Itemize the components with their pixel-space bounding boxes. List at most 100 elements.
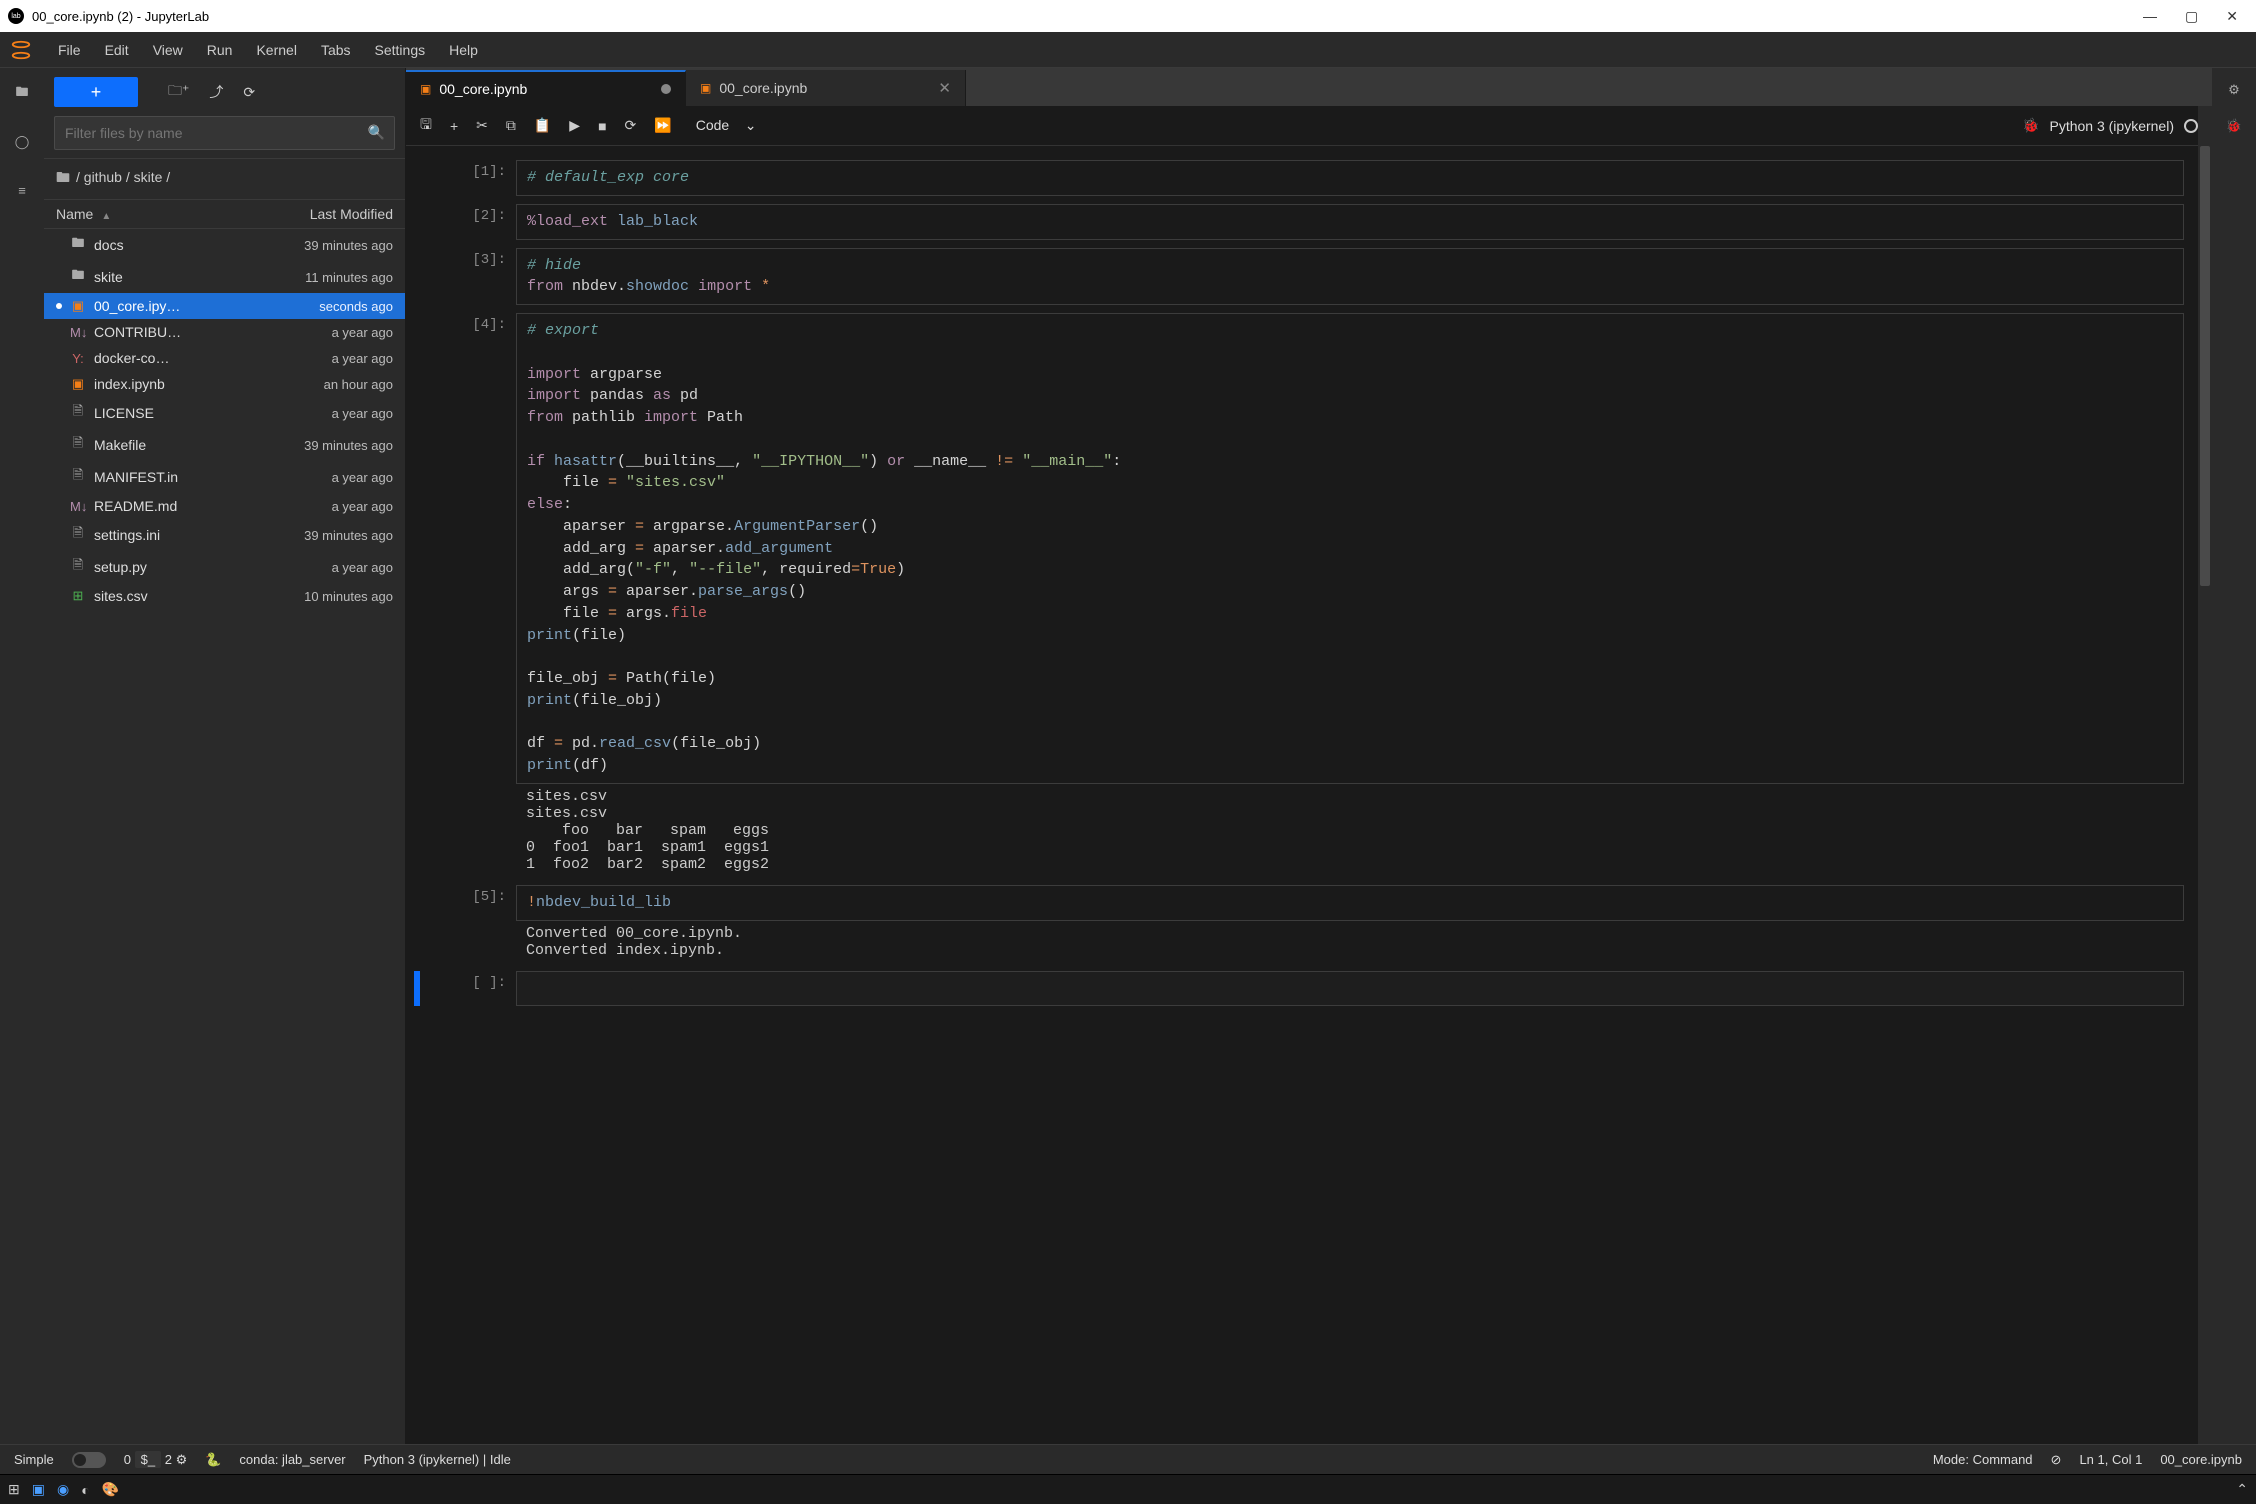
cut-icon[interactable]: ✂ <box>476 117 488 134</box>
file-name: README.md <box>94 498 324 514</box>
toc-icon[interactable]: ≡ <box>10 178 34 202</box>
property-inspector-icon[interactable]: ⚙ <box>2228 82 2240 98</box>
menu-settings[interactable]: Settings <box>363 36 438 64</box>
tab-label: 00_core.ipynb <box>719 80 807 96</box>
interrupt-icon[interactable]: ■ <box>598 118 606 134</box>
menu-run[interactable]: Run <box>195 36 245 64</box>
file-filter-input[interactable] <box>54 116 395 150</box>
dirty-indicator-icon <box>661 84 671 94</box>
file-row[interactable]: ⊞sites.csv10 minutes ago <box>44 583 405 609</box>
paste-icon[interactable]: 📋 <box>534 117 551 134</box>
kernel-status[interactable]: 🐞 Python 3 (ipykernel) <box>2022 117 2198 134</box>
file-icon: 🗎 <box>70 434 86 456</box>
code-input[interactable] <box>516 971 2184 1007</box>
csv-icon: ⊞ <box>70 588 86 604</box>
code-input[interactable]: !nbdev_build_lib <box>516 885 2184 921</box>
cursor-position-label[interactable]: Ln 1, Col 1 <box>2079 1452 2142 1467</box>
code-input[interactable]: # default_exp core <box>516 160 2184 196</box>
running-kernels-icon[interactable]: ◯ <box>10 130 34 154</box>
copy-icon[interactable]: ⧉ <box>506 117 516 134</box>
code-input[interactable]: # hide from nbdev.showdoc import * <box>516 248 2184 306</box>
notebook-icon: ▣ <box>70 298 86 314</box>
breadcrumb[interactable]: / github / skite / <box>44 158 405 200</box>
file-browser-icon[interactable]: 🖿 <box>10 82 34 106</box>
file-row[interactable]: 🖿skite11 minutes ago <box>44 261 405 293</box>
sort-arrow-icon: ▲ <box>101 211 111 222</box>
menu-tabs[interactable]: Tabs <box>309 36 363 64</box>
file-row[interactable]: Y:docker-co…a year ago <box>44 345 405 371</box>
menu-help[interactable]: Help <box>437 36 490 64</box>
restart-icon[interactable]: ⟳ <box>625 117 637 134</box>
file-modified: seconds ago <box>319 299 393 314</box>
file-modified: 39 minutes ago <box>304 238 393 253</box>
run-icon[interactable]: ▶ <box>569 117 580 134</box>
file-row[interactable]: M↓CONTRIBU…a year ago <box>44 319 405 345</box>
simple-mode-toggle[interactable] <box>72 1452 106 1468</box>
upload-icon[interactable]: ⤴ <box>205 78 227 106</box>
current-file-label[interactable]: 00_core.ipynb <box>2160 1452 2242 1467</box>
save-icon[interactable]: 🖫 <box>420 114 432 138</box>
taskbar-jupyter-icon[interactable]: ◐ <box>81 1482 89 1498</box>
main-area: 🖿 ◯ ≡ + 🗀⁺ ⤴ ⟳ 🔍 / github / skite / Name… <box>0 68 2256 1444</box>
file-row[interactable]: ▣index.ipynban hour ago <box>44 371 405 397</box>
bug-icon[interactable]: 🐞 <box>2022 117 2039 134</box>
new-folder-icon[interactable]: 🗀⁺ <box>164 76 193 108</box>
taskbar-tray-icon[interactable]: ⌃ <box>2236 1481 2248 1498</box>
refresh-icon[interactable]: ⟳ <box>239 80 259 105</box>
notebook-cell[interactable]: [ ]: <box>406 967 2184 1011</box>
file-row[interactable]: 🗎setup.pya year ago <box>44 551 405 583</box>
notebook-cell[interactable]: [3]:# hide from nbdev.showdoc import * <box>406 244 2184 310</box>
maximize-button[interactable]: ▢ <box>2185 8 2198 25</box>
jupyter-logo-icon[interactable] <box>6 35 36 65</box>
file-row[interactable]: 🗎settings.ini39 minutes ago <box>44 519 405 551</box>
menu-file[interactable]: File <box>46 36 93 64</box>
notebook-cell[interactable]: [2]:%load_ext lab_black <box>406 200 2184 244</box>
notebook[interactable]: [1]:# default_exp core[2]:%load_ext lab_… <box>406 146 2212 1444</box>
menu-kernel[interactable]: Kernel <box>244 36 308 64</box>
taskbar-app-1-icon[interactable]: ▣ <box>32 1481 45 1498</box>
code-input[interactable]: # export import argparse import pandas a… <box>516 313 2184 784</box>
insert-cell-icon[interactable]: + <box>450 118 458 134</box>
run-all-icon[interactable]: ⏩ <box>654 117 671 134</box>
file-modified: 10 minutes ago <box>304 589 393 604</box>
tab-00_core-ipynb[interactable]: ▣00_core.ipynb✕ <box>686 70 966 106</box>
tab-00_core-ipynb[interactable]: ▣00_core.ipynb <box>406 70 686 106</box>
close-icon[interactable]: ✕ <box>938 79 951 97</box>
minimize-button[interactable]: — <box>2143 8 2157 25</box>
start-menu-icon[interactable]: ⊞ <box>8 1481 20 1498</box>
notebook-scrollbar[interactable] <box>2198 106 2212 1444</box>
file-name: skite <box>94 269 297 285</box>
file-name: LICENSE <box>94 405 324 421</box>
new-launcher-button[interactable]: + <box>54 77 138 107</box>
scrollbar-thumb[interactable] <box>2200 146 2210 586</box>
notification-icon[interactable]: ⊘ <box>2051 1452 2062 1468</box>
notebook-cell[interactable]: [4]:# export import argparse import pand… <box>406 309 2184 881</box>
taskbar-edge-icon[interactable]: ◉ <box>57 1481 69 1498</box>
file-row[interactable]: M↓README.mda year ago <box>44 493 405 519</box>
file-modified: a year ago <box>332 560 393 575</box>
taskbar-app-3-icon[interactable]: 🎨 <box>102 1481 119 1498</box>
conda-env-label[interactable]: conda: jlab_server <box>239 1452 345 1467</box>
file-modified: a year ago <box>332 325 393 340</box>
file-row[interactable]: 🗎LICENSEa year ago <box>44 397 405 429</box>
debugger-icon[interactable]: 🐞 <box>2226 118 2242 134</box>
mode-label[interactable]: Mode: Command <box>1933 1452 2033 1467</box>
close-button[interactable]: ✕ <box>2226 8 2238 25</box>
file-list-header[interactable]: Name▲ Last Modified <box>44 200 405 229</box>
folder-icon: 🖿 <box>70 234 86 256</box>
terminal-icon: $_ <box>135 1451 161 1468</box>
file-row[interactable]: 🗎MANIFEST.ina year ago <box>44 461 405 493</box>
menu-view[interactable]: View <box>141 36 195 64</box>
prompts-counter[interactable]: 0 $_ 2 ⚙ <box>124 1452 187 1468</box>
file-row[interactable]: ▣00_core.ipy…seconds ago <box>44 293 405 319</box>
file-row[interactable]: 🗎Makefile39 minutes ago <box>44 429 405 461</box>
notebook-toolbar: 🖫 + ✂ ⧉ 📋 ▶ ■ ⟳ ⏩ Code ⌄ 🐞 Python 3 (ipy… <box>406 106 2212 146</box>
cell-type-selector[interactable]: Code ⌄ <box>690 115 763 136</box>
activity-bar: 🖿 ◯ ≡ <box>0 68 44 1444</box>
kernel-status-label[interactable]: Python 3 (ipykernel) | Idle <box>364 1452 511 1467</box>
menu-edit[interactable]: Edit <box>93 36 141 64</box>
file-row[interactable]: 🖿docs39 minutes ago <box>44 229 405 261</box>
notebook-cell[interactable]: [5]:!nbdev_build_libConverted 00_core.ip… <box>406 881 2184 967</box>
code-input[interactable]: %load_ext lab_black <box>516 204 2184 240</box>
notebook-cell[interactable]: [1]:# default_exp core <box>406 156 2184 200</box>
